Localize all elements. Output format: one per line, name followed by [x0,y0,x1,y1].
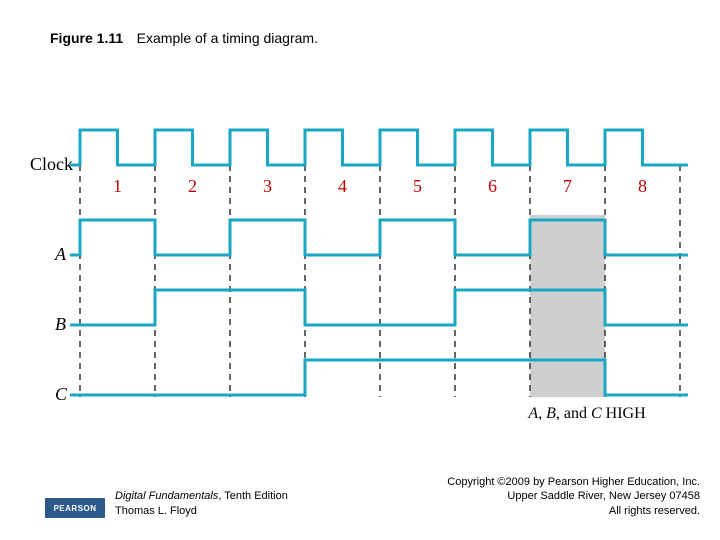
book-author: Thomas L. Floyd [115,504,288,518]
clock-waveform [70,130,688,165]
label-clock: Clock [30,154,73,174]
figure-label: Figure 1.11 [50,30,123,46]
book-edition: , Tenth Edition [218,490,288,502]
label-b: B [55,314,66,334]
copyright-line-2: Upper Saddle River, New Jersey 07458 [447,489,700,503]
period-8: 8 [638,176,647,196]
label-a: A [54,244,67,264]
copyright-line-1: Copyright ©2009 by Pearson Higher Educat… [447,475,700,489]
pearson-logo: PEARSON [45,498,105,518]
period-5: 5 [413,176,422,196]
figure-caption: Figure 1.11 Example of a timing diagram. [50,30,318,48]
copyright: Copyright ©2009 by Pearson Higher Educat… [447,475,700,518]
period-6: 6 [488,176,497,196]
period-2: 2 [188,176,197,196]
book-title: Digital Fundamentals [115,490,218,502]
period-3: 3 [263,176,272,196]
copyright-line-3: All rights reserved. [447,504,700,518]
timing-diagram: Clock A B C 1 2 3 4 5 6 7 8 [30,100,690,420]
period-7: 7 [563,176,572,196]
book-info: Digital Fundamentals, Tenth Edition Thom… [115,489,288,518]
period-1: 1 [113,176,122,196]
period-4: 4 [338,176,347,196]
highlight-band [530,215,605,397]
label-c: C [55,384,68,404]
highlight-annotation: A, B, and C HIGH [527,405,646,420]
figure-text: Example of a timing diagram. [137,30,318,46]
